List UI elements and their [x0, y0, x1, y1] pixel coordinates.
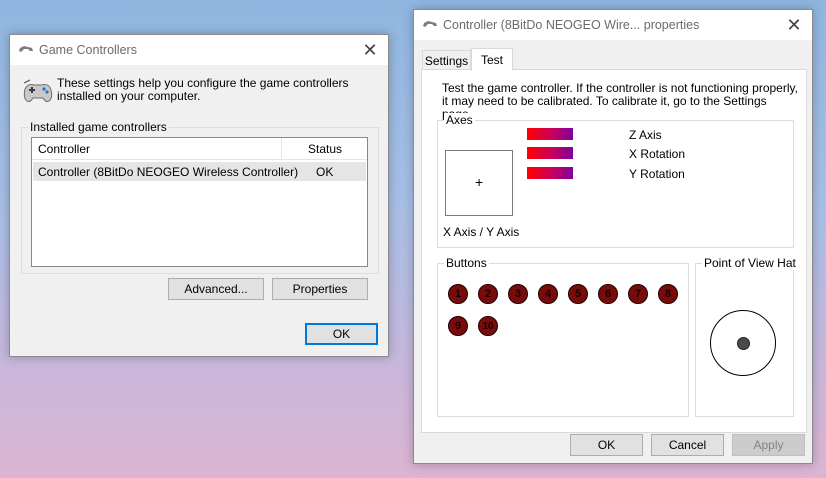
tab-settings[interactable]: Settings — [422, 50, 471, 71]
title-bar[interactable]: Game Controllers ✕ — [10, 35, 388, 65]
description-text: These settings help you configure the ga… — [57, 76, 349, 103]
gamepad-icon — [19, 46, 33, 52]
pov-hat-label: Point of View Hat — [702, 256, 798, 270]
controller-list[interactable]: Controller Status Controller (8BitDo NEO… — [31, 137, 368, 267]
buttons-group: Buttons — [437, 256, 689, 417]
tab-test[interactable]: Test — [471, 48, 513, 71]
apply-button[interactable]: Apply — [732, 434, 805, 456]
button-indicator: 1 — [448, 284, 468, 304]
axes-label: Axes — [444, 113, 475, 127]
close-icon: ✕ — [362, 39, 378, 60]
column-controller[interactable]: Controller — [32, 138, 281, 160]
button-indicator: 4 — [538, 284, 558, 304]
button-indicator: 7 — [628, 284, 648, 304]
window-title: Controller (8BitDo NEOGEO Wire... proper… — [443, 18, 700, 32]
ok-button[interactable]: OK — [305, 323, 378, 345]
controller-name-cell: Controller (8BitDo NEOGEO Wireless Contr… — [38, 165, 299, 179]
buttons-label: Buttons — [444, 256, 489, 270]
test-tab-panel: Test the game controller. If the control… — [421, 69, 807, 433]
y-rotation-bar — [527, 167, 573, 179]
gamepad-icon — [423, 21, 437, 27]
z-axis-bar — [527, 128, 573, 140]
close-icon: ✕ — [786, 14, 802, 35]
close-button[interactable]: ✕ — [776, 10, 812, 40]
status-cell: OK — [316, 165, 334, 179]
crosshair-icon: + — [475, 174, 484, 190]
button-indicator: 6 — [598, 284, 618, 304]
window-title: Game Controllers — [39, 43, 137, 57]
x-rotation-label: X Rotation — [629, 147, 686, 161]
advanced-button[interactable]: Advanced... — [168, 278, 264, 300]
pov-hat-position — [737, 337, 750, 350]
gamepad-icon — [23, 79, 53, 103]
game-controllers-window: Game Controllers ✕ These settings help y… — [9, 34, 389, 357]
button-indicator: 9 — [448, 316, 468, 336]
ok-button[interactable]: OK — [570, 434, 643, 456]
properties-button[interactable]: Properties — [272, 278, 368, 300]
xy-axis-display: + — [445, 150, 513, 216]
z-axis-label: Z Axis — [629, 128, 662, 142]
group-label: Installed game controllers — [28, 120, 169, 134]
y-rotation-label: Y Rotation — [629, 167, 685, 181]
cancel-button[interactable]: Cancel — [651, 434, 724, 456]
title-bar[interactable]: Controller (8BitDo NEOGEO Wire... proper… — [414, 10, 812, 40]
list-header: Controller Status — [32, 138, 367, 160]
controller-properties-window: Controller (8BitDo NEOGEO Wire... proper… — [413, 9, 813, 464]
close-button[interactable]: ✕ — [352, 35, 388, 65]
button-indicator: 2 — [478, 284, 498, 304]
table-row[interactable]: Controller (8BitDo NEOGEO Wireless Contr… — [33, 162, 366, 181]
button-indicator: 5 — [568, 284, 588, 304]
button-indicator: 8 — [658, 284, 678, 304]
xy-axis-label: X Axis / Y Axis — [443, 225, 520, 239]
column-status[interactable]: Status — [282, 138, 368, 160]
button-indicator: 10 — [478, 316, 498, 336]
instructions-text: Test the game controller. If the control… — [442, 81, 798, 121]
x-rotation-bar — [527, 147, 573, 159]
button-indicator: 3 — [508, 284, 528, 304]
